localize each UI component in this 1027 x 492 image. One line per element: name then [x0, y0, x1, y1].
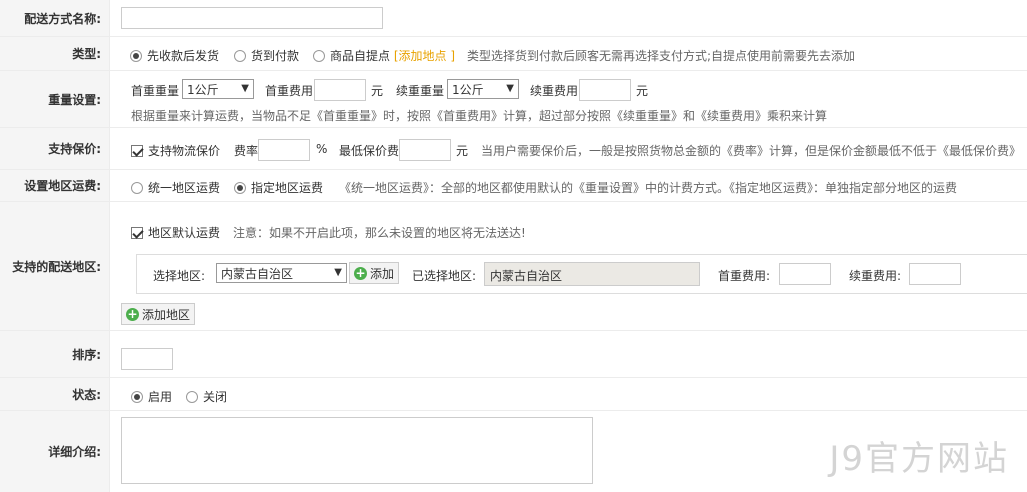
insure-checkbox[interactable]: 支持物流保价 — [131, 142, 220, 159]
type-option-pickup[interactable]: 商品自提点 [添加地点 ] — [313, 47, 455, 64]
selected-region-field: 内蒙古自治区 — [484, 262, 700, 286]
plus-icon: + — [126, 306, 139, 321]
first-fee-input[interactable] — [314, 79, 366, 101]
default-fee-hint: 注意：如果不开启此项，那么未设置的地区将无法送达! — [233, 226, 526, 240]
unit-percent: % — [316, 142, 328, 156]
label-area-fee: 设置地区运费: — [0, 170, 110, 201]
first-weight-select[interactable]: 1公斤 ▼ — [182, 79, 254, 99]
radio-icon — [234, 182, 246, 194]
status-option-enabled[interactable]: 启用 — [131, 388, 172, 405]
label-sort: 排序: — [0, 331, 110, 377]
min-fee-label: 最低保价费 — [339, 144, 400, 158]
rate-input[interactable] — [258, 139, 310, 161]
chevron-down-icon: ▼ — [241, 83, 249, 94]
chevron-down-icon: ▼ — [334, 267, 342, 278]
row-area-fee: 设置地区运费: 统一地区运费 指定地区运费 《统一地区运费》：全部的地区都使用默… — [0, 170, 1027, 202]
unit-yuan: 元 — [371, 84, 384, 98]
insure-hint: 当用户需要保价后，一般是按照货物总金额的《费率》计算，但是保价金额最低不低于《最… — [481, 144, 1022, 158]
area-fee-hint: 《统一地区运费》：全部的地区都使用默认的《重量设置》中的计费方式。《指定地区运费… — [339, 181, 958, 195]
type-option-prepay[interactable]: 先收款后发货 — [130, 47, 219, 64]
region-first-fee-input[interactable] — [779, 263, 831, 285]
type-option-cod[interactable]: 货到付款 — [234, 47, 299, 64]
region-select[interactable]: 内蒙古自治区 ▼ — [216, 263, 347, 283]
status-option-disabled[interactable]: 关闭 — [186, 388, 227, 405]
cont-weight-label: 续重重量 — [396, 84, 445, 98]
radio-icon — [313, 50, 325, 62]
unit-yuan: 元 — [636, 84, 649, 98]
label-insure: 支持保价: — [0, 128, 110, 169]
cont-weight-select[interactable]: 1公斤 ▼ — [447, 79, 519, 99]
row-sort: 排序: — [0, 331, 1027, 378]
sort-input[interactable] — [121, 348, 173, 370]
chevron-down-icon: ▼ — [506, 83, 514, 94]
type-hint: 类型选择货到付款后顾客无需再选择支付方式;自提点使用前需要先去添加 — [467, 49, 856, 63]
checkbox-icon — [131, 227, 143, 239]
name-input[interactable] — [121, 7, 383, 29]
selected-region-label: 已选择地区: — [412, 269, 477, 283]
row-weight: 重量设置: 首重重量 1公斤 ▼ 首重费用 元 续重重量 1公斤 ▼ 续重费用 元 … — [0, 71, 1027, 128]
label-status: 状态: — [0, 378, 110, 410]
unit-yuan: 元 — [456, 144, 469, 158]
cont-fee-input[interactable] — [579, 79, 631, 101]
plus-icon: + — [354, 265, 367, 280]
first-fee-label: 首重费用 — [265, 84, 314, 98]
area-option-specified[interactable]: 指定地区运费 — [234, 179, 323, 196]
label-type: 类型: — [0, 37, 110, 70]
description-textarea[interactable] — [121, 417, 593, 484]
row-status: 状态: 启用 关闭 — [0, 378, 1027, 411]
first-weight-label: 首重重量 — [131, 84, 180, 98]
row-type: 类型: 先收款后发货 货到付款 商品自提点 [添加地点 ] 类型选择货到付款后顾… — [0, 37, 1027, 71]
add-region-button[interactable]: + 添加地区 — [121, 303, 196, 325]
row-regions: 支持的配送地区: 地区默认运费 注意：如果不开启此项，那么未设置的地区将无法送达… — [0, 202, 1027, 331]
checkbox-icon — [131, 145, 143, 157]
region-cont-fee-input[interactable] — [909, 263, 961, 285]
radio-icon — [186, 391, 198, 403]
label-name: 配送方式名称: — [0, 0, 110, 36]
region-first-fee-label: 首重费用: — [718, 269, 771, 283]
default-fee-checkbox[interactable]: 地区默认运费 — [131, 224, 220, 241]
label-desc: 详细介绍: — [0, 411, 110, 492]
label-regions: 支持的配送地区: — [0, 202, 110, 330]
row-insure: 支持保价: 支持物流保价 费率 % 最低保价费 元 当用户需要保价后，一般是按照… — [0, 128, 1027, 170]
label-weight: 重量设置: — [0, 71, 110, 127]
radio-icon — [130, 50, 142, 62]
weight-hint: 根据重量来计算运费，当物品不足《首重重量》时，按照《首重费用》计算，超过部分按照… — [131, 109, 828, 123]
rate-label: 费率 — [234, 144, 259, 158]
radio-icon — [131, 391, 143, 403]
region-cont-fee-label: 续重费用: — [849, 269, 902, 283]
add-point-link[interactable]: 添加地点 — [399, 49, 447, 63]
watermark: J9官方网站 — [829, 439, 1009, 479]
select-region-label: 选择地区: — [153, 269, 206, 283]
area-option-unified[interactable]: 统一地区运费 — [131, 179, 220, 196]
radio-icon — [234, 50, 246, 62]
add-button[interactable]: + 添加 — [349, 262, 400, 284]
row-name: 配送方式名称: — [0, 0, 1027, 37]
min-fee-input[interactable] — [399, 139, 451, 161]
radio-icon — [131, 182, 143, 194]
cont-fee-label: 续重费用 — [530, 84, 579, 98]
